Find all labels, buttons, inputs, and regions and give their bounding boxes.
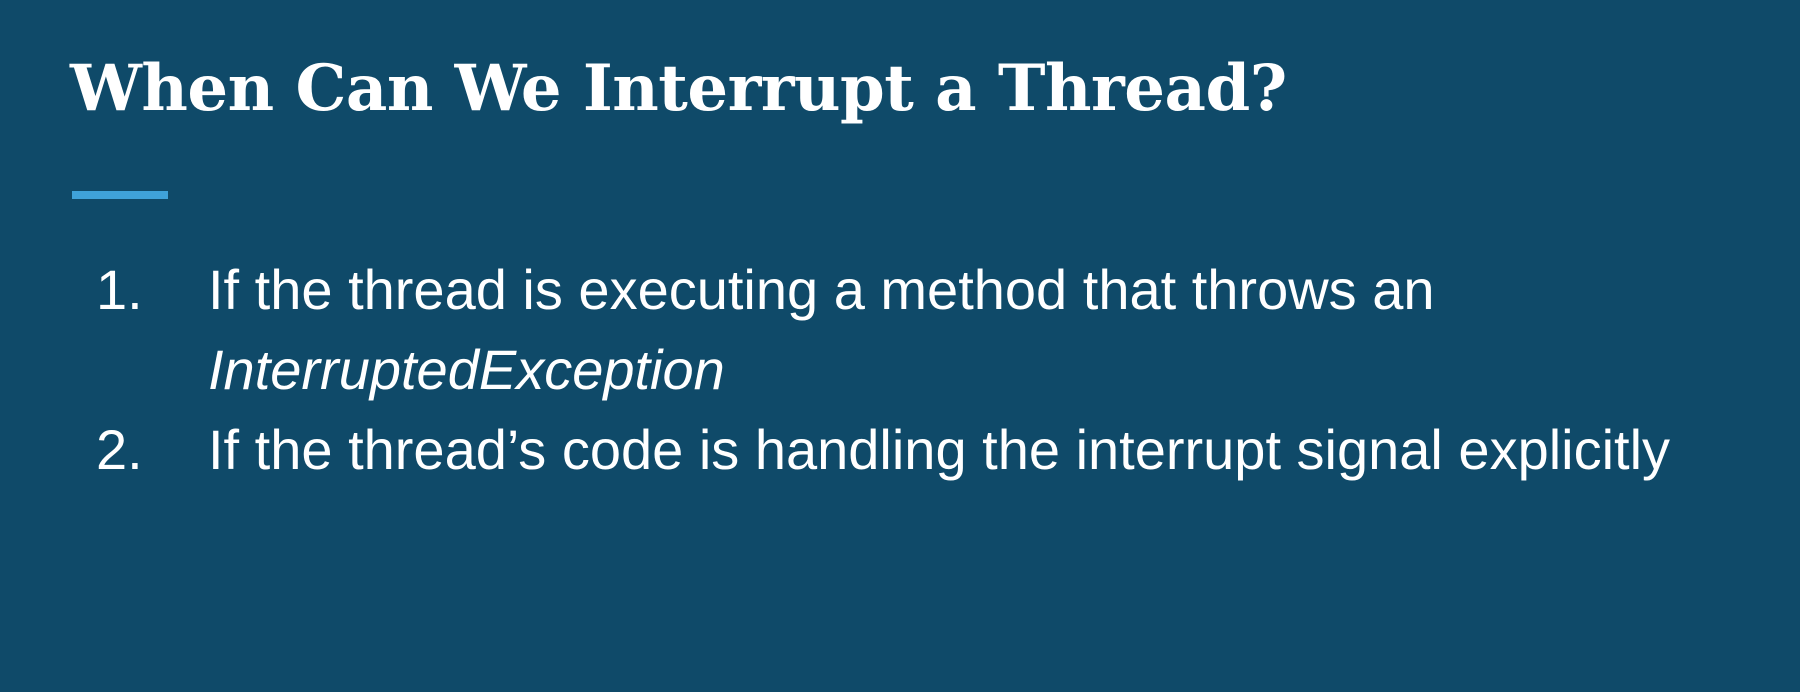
list-item: 2. If the thread’s code is handling the … bbox=[96, 410, 1756, 490]
list-item-number: 2. bbox=[96, 418, 143, 481]
slide: When Can We Interrupt a Thread? 1. If th… bbox=[0, 0, 1800, 692]
slide-title: When Can We Interrupt a Thread? bbox=[70, 51, 1287, 126]
point-list: 1. If the thread is executing a method t… bbox=[96, 250, 1756, 490]
list-item: 1. If the thread is executing a method t… bbox=[96, 250, 1756, 410]
list-item-number: 1. bbox=[96, 258, 143, 321]
list-item-main-text: If the thread is executing a method that… bbox=[208, 258, 1435, 321]
title-accent-bar bbox=[72, 191, 168, 199]
list-item-text: If the thread is executing a method that… bbox=[208, 250, 1756, 410]
list-item-emphasis: InterruptedException bbox=[208, 338, 725, 401]
list-item-text: If the thread’s code is handling the int… bbox=[208, 418, 1671, 481]
